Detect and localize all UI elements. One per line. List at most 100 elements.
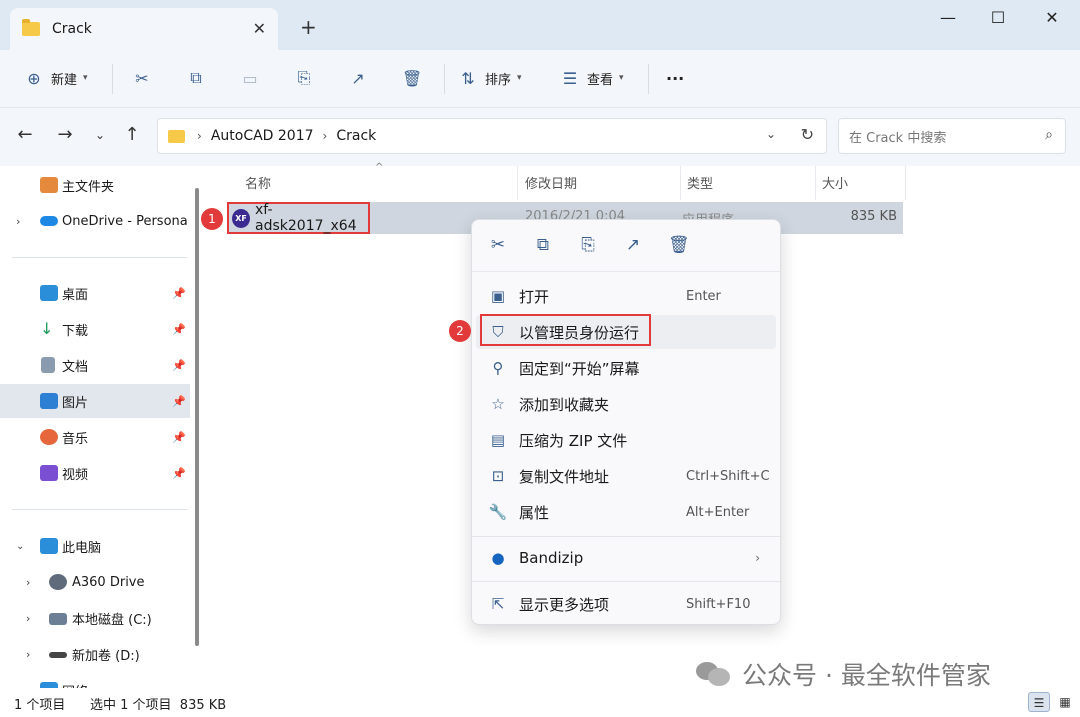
pin-icon[interactable]: 📌 bbox=[172, 431, 186, 444]
new-tab-button[interactable]: + bbox=[300, 15, 317, 39]
share-icon[interactable]: ↗ bbox=[623, 235, 643, 255]
copy-button[interactable]: ⧉ bbox=[186, 65, 206, 91]
column-header-date[interactable]: 修改日期 bbox=[525, 173, 577, 192]
close-button[interactable]: ✕ bbox=[1032, 8, 1072, 32]
chevron-down-icon: ▾ bbox=[619, 73, 624, 83]
menu-item-label: Bandizip bbox=[519, 549, 584, 567]
toolbar-divider bbox=[648, 64, 649, 94]
sidebar-item-pictures[interactable]: 图片 📌 bbox=[0, 384, 190, 418]
chevron-right-icon: › bbox=[16, 214, 21, 228]
cut-button[interactable]: ✂ bbox=[132, 65, 152, 91]
pin-icon[interactable]: 📌 bbox=[172, 359, 186, 372]
context-menu-quick-actions: ✂ ⧉ ⎘ ↗ 🗑 bbox=[472, 220, 782, 272]
breadcrumb-autocad[interactable]: AutoCAD 2017 bbox=[211, 128, 314, 144]
folder-icon bbox=[168, 129, 185, 143]
column-divider[interactable] bbox=[517, 166, 518, 200]
menu-item-show-more-options[interactable]: ⇱ 显示更多选项 Shift+F10 bbox=[476, 587, 776, 621]
wrench-icon: 🔧 bbox=[488, 503, 508, 521]
menu-item-label: 压缩为 ZIP 文件 bbox=[519, 431, 628, 450]
title-bar: Crack ✕ + — ☐ ✕ bbox=[0, 0, 1080, 50]
watermark: 公众号 · 最全软件管家 bbox=[696, 656, 1056, 692]
sidebar-divider bbox=[12, 257, 187, 258]
column-header-name[interactable]: 名称 bbox=[245, 173, 271, 192]
column-divider[interactable] bbox=[680, 166, 681, 200]
sidebar-item-network[interactable]: › 网络 bbox=[0, 673, 190, 688]
up-arrow-icon[interactable]: ↑ bbox=[120, 124, 144, 145]
sort-button[interactable]: ⇅ 排序 ▾ bbox=[458, 65, 522, 91]
sidebar-item-disk-c[interactable]: › 本地磁盘 (C:) bbox=[0, 601, 190, 635]
pin-icon[interactable]: 📌 bbox=[172, 467, 186, 480]
menu-item-shortcut: Shift+F10 bbox=[686, 596, 751, 612]
sidebar-item-downloads[interactable]: ↓ 下载 📌 bbox=[0, 312, 190, 346]
more-button[interactable]: ··· bbox=[666, 65, 684, 91]
pin-icon[interactable]: 📌 bbox=[172, 323, 186, 336]
address-bar[interactable]: › AutoCAD 2017 › Crack ⌄ ↻ bbox=[157, 118, 827, 154]
menu-item-properties[interactable]: 🔧 属性 Alt+Enter bbox=[476, 495, 776, 529]
toolbar-divider bbox=[444, 64, 445, 94]
sidebar-item-label: OneDrive - Persona bbox=[62, 213, 188, 229]
maximize-button[interactable]: ☐ bbox=[978, 8, 1018, 32]
menu-item-label: 固定到“开始”屏幕 bbox=[519, 359, 640, 378]
navigation-pane: 主文件夹 › OneDrive - Persona 桌面 📌 ↓ 下载 📌 文档… bbox=[0, 166, 200, 688]
tab-crack[interactable]: Crack ✕ bbox=[10, 8, 278, 50]
menu-item-bandizip[interactable]: ● Bandizip › bbox=[476, 541, 776, 575]
chevron-down-icon: ▾ bbox=[517, 73, 522, 83]
paste-button[interactable]: ▭ bbox=[240, 65, 260, 91]
breadcrumb-crack[interactable]: Crack bbox=[336, 128, 376, 144]
search-placeholder: 在 Crack 中搜索 bbox=[849, 130, 947, 146]
delete-button[interactable]: 🗑 bbox=[402, 65, 422, 91]
delete-icon[interactable]: 🗑 bbox=[668, 235, 690, 255]
sidebar-item-label: 桌面 bbox=[62, 287, 89, 303]
rename-icon[interactable]: ⎘ bbox=[578, 235, 598, 255]
sidebar-item-label: 文档 bbox=[62, 359, 89, 375]
menu-item-copy-path[interactable]: ⊡ 复制文件地址 Ctrl+Shift+C bbox=[476, 459, 776, 493]
cut-icon[interactable]: ✂ bbox=[488, 235, 508, 255]
sidebar-item-label: 此电脑 bbox=[62, 540, 102, 556]
sidebar-scrollbar[interactable] bbox=[195, 188, 199, 646]
context-menu: ✂ ⧉ ⎘ ↗ 🗑 ▣ 打开 Enter ⛉ 以管理员身份运行 ⚲ 固定到“开始… bbox=[471, 219, 782, 625]
pin-icon[interactable]: 📌 bbox=[172, 287, 186, 300]
address-dropdown-icon[interactable]: ⌄ bbox=[766, 127, 776, 141]
forward-arrow-icon[interactable]: → bbox=[53, 124, 77, 145]
file-name-cell[interactable]: XF xf-adsk2017_x64 bbox=[227, 202, 370, 234]
sidebar-item-videos[interactable]: 视频 📌 bbox=[0, 456, 190, 490]
step-badge-1: 1 bbox=[201, 208, 223, 230]
refresh-icon[interactable]: ↻ bbox=[801, 125, 814, 144]
recent-chevron-icon[interactable]: ⌄ bbox=[88, 128, 112, 142]
back-arrow-icon[interactable]: ← bbox=[13, 124, 37, 145]
minimize-button[interactable]: — bbox=[928, 8, 968, 32]
tiles-view-button[interactable]: ▦ bbox=[1054, 692, 1076, 712]
pin-icon[interactable]: 📌 bbox=[172, 395, 186, 408]
column-header-size[interactable]: 大小 bbox=[822, 173, 848, 192]
column-header-type[interactable]: 类型 bbox=[687, 173, 713, 192]
menu-item-compress-zip[interactable]: ▤ 压缩为 ZIP 文件 bbox=[476, 423, 776, 457]
column-divider[interactable] bbox=[815, 166, 816, 200]
sidebar-item-a360-drive[interactable]: › A360 Drive bbox=[0, 565, 190, 599]
share-button[interactable]: ↗ bbox=[348, 65, 368, 91]
sidebar-item-documents[interactable]: 文档 📌 bbox=[0, 348, 190, 382]
column-divider[interactable] bbox=[905, 166, 906, 200]
details-view-button[interactable]: ☰ bbox=[1028, 692, 1050, 712]
zip-icon: ▤ bbox=[490, 431, 506, 449]
search-input[interactable]: 在 Crack 中搜索 ⌕ bbox=[838, 118, 1066, 154]
step-badge-2: 2 bbox=[449, 320, 471, 342]
sidebar-item-desktop[interactable]: 桌面 📌 bbox=[0, 276, 190, 310]
sidebar-item-disk-d[interactable]: › 新加卷 (D:) bbox=[0, 637, 190, 671]
disk-d-icon bbox=[49, 652, 67, 658]
menu-item-open[interactable]: ▣ 打开 Enter bbox=[476, 279, 776, 313]
menu-item-pin-to-start[interactable]: ⚲ 固定到“开始”屏幕 bbox=[476, 351, 776, 385]
sidebar-item-onedrive[interactable]: › OneDrive - Persona bbox=[0, 204, 190, 238]
view-label: 查看 bbox=[587, 72, 614, 88]
view-button[interactable]: ☰ 查看 ▾ bbox=[560, 65, 624, 91]
new-button[interactable]: ⊕ 新建 ▾ bbox=[24, 65, 87, 91]
folder-icon bbox=[22, 19, 40, 36]
tab-close-icon[interactable]: ✕ bbox=[253, 19, 266, 38]
sidebar-item-music[interactable]: 音乐 📌 bbox=[0, 420, 190, 454]
sidebar-item-home[interactable]: 主文件夹 bbox=[0, 168, 190, 202]
sidebar-item-this-pc[interactable]: ⌄ 此电脑 bbox=[0, 529, 190, 563]
rename-button[interactable]: ⎘ bbox=[294, 65, 314, 91]
menu-item-shortcut: Alt+Enter bbox=[686, 504, 750, 520]
menu-item-add-favorites[interactable]: ☆ 添加到收藏夹 bbox=[476, 387, 776, 421]
copy-icon[interactable]: ⧉ bbox=[533, 235, 553, 255]
new-label: 新建 bbox=[51, 72, 78, 88]
